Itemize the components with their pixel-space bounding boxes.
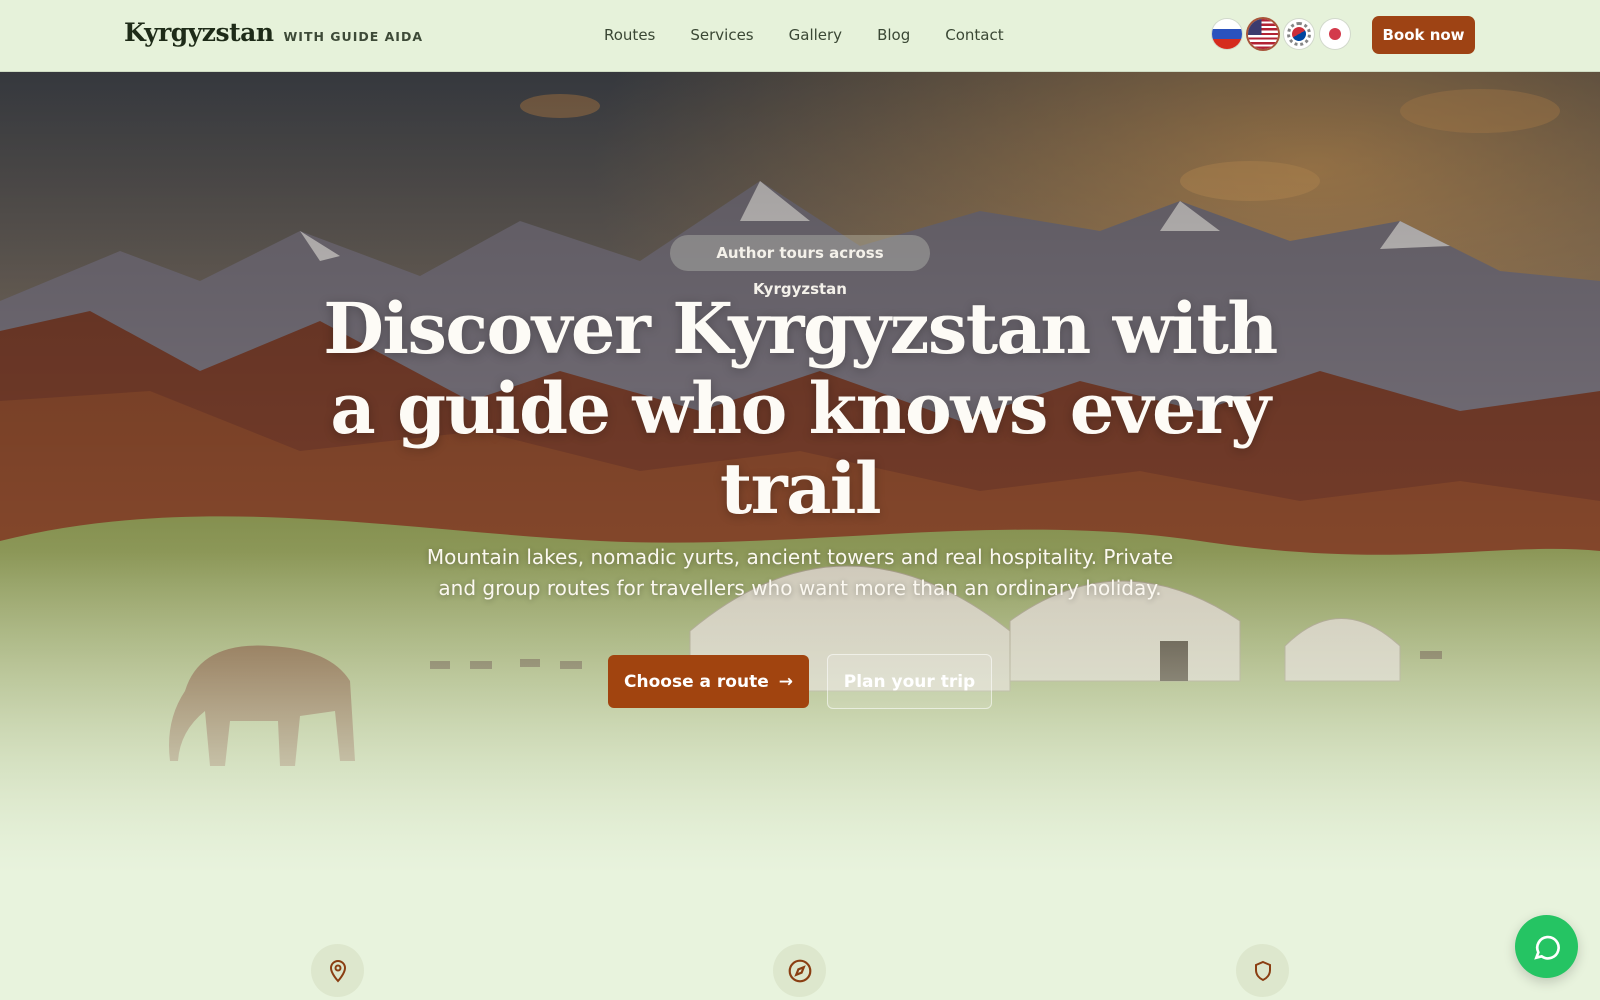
- choose-route-label: Choose a route: [624, 671, 769, 692]
- choose-route-button[interactable]: Choose a route →: [608, 655, 809, 708]
- nav-contact[interactable]: Contact: [945, 26, 1003, 44]
- shield-icon: [1236, 944, 1289, 997]
- japan-flag-icon[interactable]: [1320, 19, 1350, 49]
- hero: Author tours across Kyrgyzstan Discover …: [0, 71, 1600, 873]
- usa-flag-icon[interactable]: [1248, 19, 1278, 49]
- brand-tagline: WITH GUIDE AIDA: [283, 29, 423, 44]
- arrow-right-icon: →: [778, 671, 793, 692]
- map-pin-icon: [311, 944, 364, 997]
- chat-bubble-icon[interactable]: [1515, 915, 1578, 978]
- nav-blog[interactable]: Blog: [877, 26, 910, 44]
- nav-gallery[interactable]: Gallery: [789, 26, 842, 44]
- hero-subtitle: Mountain lakes, nomadic yurts, ancient t…: [426, 545, 1174, 600]
- south-korea-flag-icon[interactable]: [1284, 19, 1314, 49]
- russia-flag-icon[interactable]: [1212, 19, 1242, 49]
- main-nav: Routes Services Gallery Blog Contact: [604, 26, 1039, 44]
- nav-routes[interactable]: Routes: [604, 26, 655, 44]
- site-header: Kyrgyzstan WITH GUIDE AIDA Routes Servic…: [0, 0, 1600, 72]
- hero-title: Discover Kyrgyzstan with a guide who kno…: [323, 287, 1278, 530]
- nav-services[interactable]: Services: [690, 26, 753, 44]
- language-switcher: [1212, 19, 1350, 49]
- brand[interactable]: Kyrgyzstan WITH GUIDE AIDA: [124, 18, 423, 47]
- hero-badge: Author tours across Kyrgyzstan: [670, 235, 930, 298]
- brand-name[interactable]: Kyrgyzstan: [124, 18, 274, 47]
- plan-trip-button[interactable]: Plan your trip: [827, 654, 992, 709]
- compass-icon: [773, 944, 826, 997]
- book-now-button[interactable]: Book now: [1372, 16, 1475, 54]
